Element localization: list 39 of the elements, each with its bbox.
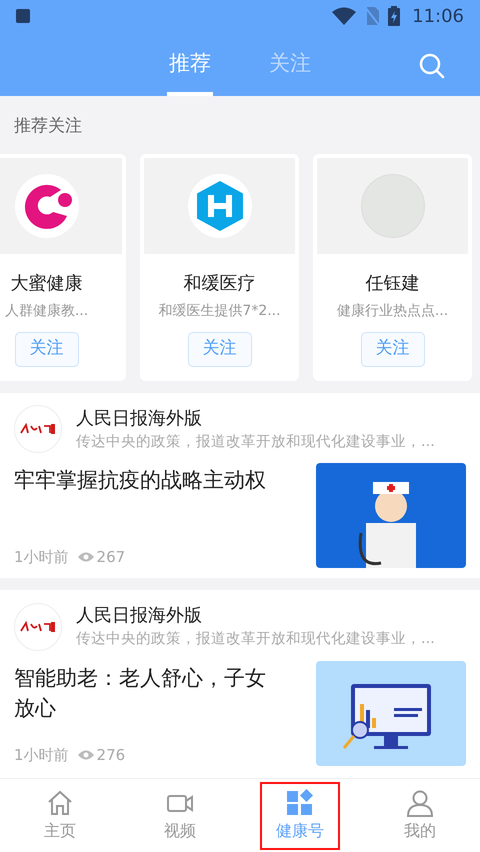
source-name: 人民日报海外版 <box>76 406 203 430</box>
nav-tab[interactable]: 主页 <box>20 782 100 850</box>
publish-time: 1小时前 <box>14 744 69 766</box>
account-name: 任钰建 <box>366 272 420 296</box>
notification-icon <box>16 9 30 23</box>
source-name: 人民日报海外版 <box>76 604 203 628</box>
newspaper-logo-icon <box>14 404 62 453</box>
status-time: 11:06 <box>412 4 464 28</box>
person-icon <box>406 788 434 816</box>
nav-tab[interactable]: 视频 <box>140 782 220 850</box>
source-description: 传达中央的政策，报道改革开放和现代化建设事业，... <box>76 432 435 452</box>
no-sim-icon <box>364 6 380 26</box>
eye-icon <box>76 551 95 563</box>
follow-button[interactable]: 关注 <box>14 332 78 366</box>
home-icon <box>46 788 74 816</box>
publish-time: 1小时前 <box>14 546 69 568</box>
article-title: 智能助老：老人舒心，子女放心 <box>14 665 267 722</box>
account-description: 健康行业热点点... <box>336 302 448 320</box>
newspaper-logo-icon <box>14 602 62 651</box>
battery-charging-icon <box>388 6 400 26</box>
nav-tab[interactable]: 健康号 <box>260 782 340 850</box>
follow-button[interactable]: 关注 <box>360 332 424 366</box>
account-name: 大蜜健康 <box>10 272 82 296</box>
section-title: 推荐关注 <box>13 115 83 138</box>
tab[interactable]: 推荐 <box>140 32 240 96</box>
tab[interactable]: 关注 <box>240 32 340 96</box>
view-count: 276 <box>96 744 126 766</box>
account-description: 和缓医生提供7*2... <box>158 302 281 320</box>
nav-tab[interactable]: 我的 <box>380 782 460 850</box>
wifi-icon <box>332 7 356 25</box>
search-icon[interactable] <box>418 52 446 80</box>
source-description: 传达中央的政策，报道改革开放和现代化建设事业，... <box>76 630 435 650</box>
account-description: 人群健康教... <box>4 302 88 320</box>
follow-button[interactable]: 关注 <box>188 332 252 366</box>
account-name: 和缓医疗 <box>184 272 256 296</box>
grid-icon <box>286 788 314 816</box>
article-title: 牢牢掌握抗疫的战略主动权 <box>14 467 267 494</box>
view-count: 267 <box>96 546 126 568</box>
eye-icon <box>76 748 95 761</box>
